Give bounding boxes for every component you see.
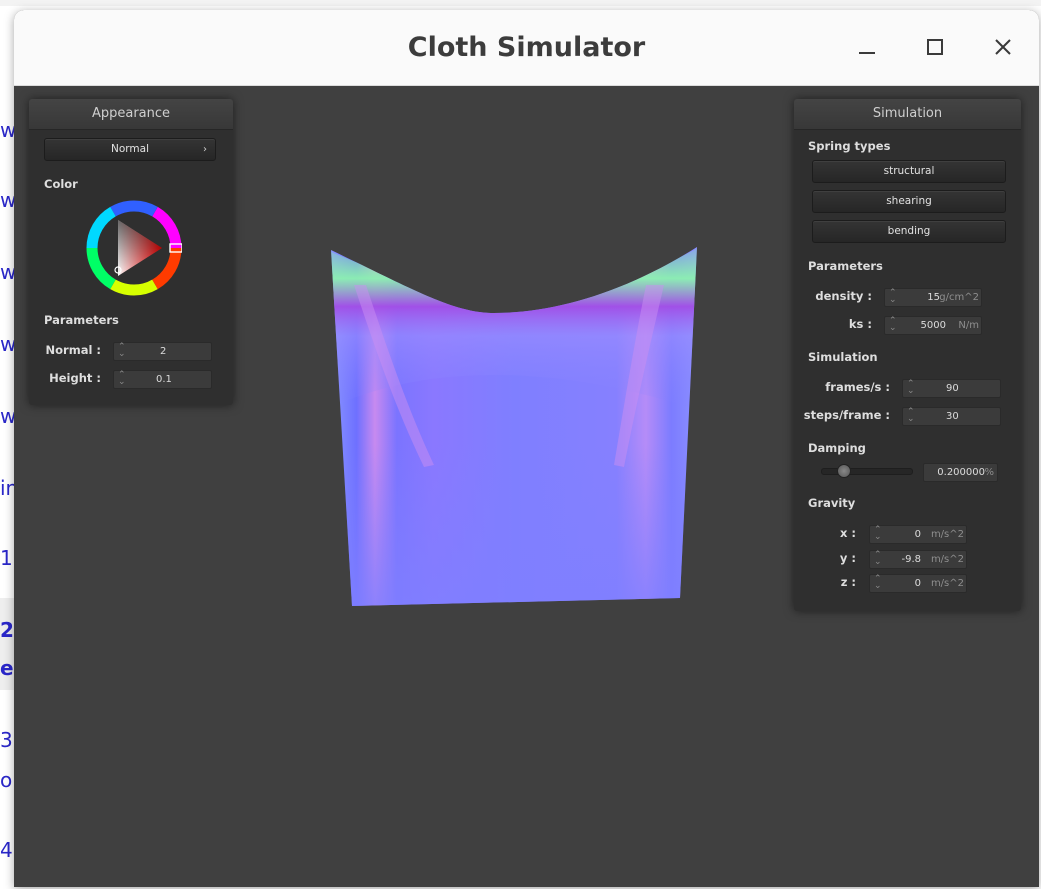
gravity-y-input[interactable]: ⌃ ⌄ -9.8 m/s^2: [869, 550, 967, 569]
damping-unit: %: [984, 467, 994, 478]
density-unit: g/cm^2: [939, 292, 979, 303]
spinner-arrows-icon: ⌃ ⌄: [874, 525, 882, 542]
spinner-arrows-icon: ⌃ ⌄: [874, 574, 882, 591]
gravity-x-value: 0: [914, 529, 921, 540]
cloth-mesh: [331, 247, 697, 606]
density-value: 15: [927, 292, 940, 303]
spinner-arrows-icon: ⌃ ⌄: [907, 407, 915, 424]
ks-unit: N/m: [958, 320, 979, 331]
damping-slider-track: [821, 468, 913, 475]
frames-per-second-input[interactable]: ⌃ ⌄ 90: [902, 379, 1001, 398]
ks-label: ks :: [848, 317, 872, 331]
background-text-fragment: w: [0, 118, 14, 142]
shader-select-value: Normal: [111, 143, 149, 155]
spinner-arrows-icon: ⌃ ⌄: [874, 550, 882, 567]
gravity-label: Gravity: [808, 496, 856, 510]
gravity-y-label: y :: [839, 551, 856, 565]
steps-per-frame-label: steps/frame :: [803, 408, 890, 422]
bending-spring-toggle[interactable]: bending: [812, 220, 1006, 243]
color-label: Color: [44, 177, 78, 191]
simulation-parameters-label: Parameters: [808, 259, 883, 273]
damping-value: 0.200000: [937, 467, 985, 478]
background-text-fragment: w: [0, 188, 14, 212]
title-bar[interactable]: Cloth Simulator: [14, 10, 1039, 86]
shearing-spring-toggle[interactable]: shearing: [812, 190, 1006, 213]
background-text-fragment: 3: [0, 728, 13, 752]
background-text-fragment: 1: [0, 546, 13, 570]
frames-per-second-label: frames/s :: [825, 380, 890, 394]
gravity-z-unit: m/s^2: [930, 578, 964, 589]
height-label: Height :: [49, 371, 101, 385]
simulation-panel-title[interactable]: Simulation: [794, 99, 1021, 130]
minimize-icon: [859, 52, 875, 54]
close-button[interactable]: [988, 32, 1018, 62]
spinner-arrows-icon: ⌃ ⌄: [889, 316, 897, 333]
damping-label: Damping: [808, 441, 866, 455]
shearing-spring-label: shearing: [886, 195, 932, 207]
gravity-y-value: -9.8: [901, 554, 921, 565]
gravity-x-input[interactable]: ⌃ ⌄ 0 m/s^2: [869, 525, 967, 544]
frames-per-second-value: 90: [946, 383, 959, 394]
gravity-z-value: 0: [914, 578, 921, 589]
gravity-x-label: x :: [839, 526, 856, 540]
gravity-x-unit: m/s^2: [930, 529, 964, 540]
structural-spring-toggle[interactable]: structural: [812, 160, 1006, 183]
chevron-right-icon: ›: [203, 144, 207, 155]
spring-types-label: Spring types: [808, 139, 891, 153]
density-label: density :: [815, 289, 872, 303]
simulation-panel: Simulation Spring types structural shear…: [794, 99, 1021, 611]
normal-value: 2: [160, 346, 167, 357]
background-text-fragment: 4: [0, 838, 13, 862]
height-value: 0.1: [156, 374, 172, 385]
gravity-z-label: z :: [840, 575, 856, 589]
gravity-y-unit: m/s^2: [930, 554, 964, 565]
maximize-button[interactable]: [920, 32, 950, 62]
structural-spring-label: structural: [883, 165, 935, 177]
appearance-panel: Appearance Normal › Color Parameters Nor…: [29, 99, 233, 405]
background-text-fragment: e: [0, 656, 14, 680]
color-wheel[interactable]: [86, 200, 182, 296]
spinner-arrows-icon: ⌃ ⌄: [889, 288, 897, 305]
background-toolbar: [0, 0, 1041, 6]
simulation-section-label: Simulation: [808, 350, 878, 364]
density-input[interactable]: ⌃ ⌄ 15 g/cm^2: [884, 288, 982, 307]
normal-input[interactable]: ⌃ ⌄ 2: [113, 342, 212, 361]
spinner-arrows-icon: ⌃ ⌄: [118, 342, 126, 359]
background-text-fragment: w: [0, 332, 14, 356]
background-text-fragment: in: [0, 476, 14, 500]
steps-per-frame-input[interactable]: ⌃ ⌄ 30: [902, 407, 1001, 426]
steps-per-frame-value: 30: [946, 411, 959, 422]
bending-spring-label: bending: [887, 225, 931, 237]
appearance-panel-title[interactable]: Appearance: [29, 99, 233, 130]
damping-slider-knob[interactable]: [836, 464, 851, 478]
ks-value: 5000: [920, 320, 946, 331]
damping-slider[interactable]: [821, 463, 913, 479]
background-text-fragment: w: [0, 260, 14, 284]
ks-input[interactable]: ⌃ ⌄ 5000 N/m: [884, 316, 982, 335]
gravity-z-input[interactable]: ⌃ ⌄ 0 m/s^2: [869, 574, 967, 593]
background-text-fragment: w: [0, 404, 14, 428]
damping-input[interactable]: 0.200000 %: [923, 463, 998, 482]
spinner-arrows-icon: ⌃ ⌄: [907, 379, 915, 396]
height-input[interactable]: ⌃ ⌄ 0.1: [113, 370, 212, 389]
background-text-fragment: o: [0, 768, 13, 792]
minimize-button[interactable]: [852, 32, 882, 62]
appearance-parameters-label: Parameters: [44, 313, 119, 327]
background-text-fragment: 2: [0, 618, 14, 642]
shader-select-button[interactable]: Normal ›: [44, 138, 216, 161]
spinner-arrows-icon: ⌃ ⌄: [118, 370, 126, 387]
cloth-simulator-window: Cloth Simulator Appearance Normal › Colo…: [14, 10, 1039, 887]
normal-label: Normal :: [45, 343, 101, 357]
maximize-icon: [927, 39, 943, 55]
close-icon: [995, 39, 1011, 55]
window-title: Cloth Simulator: [407, 32, 646, 63]
